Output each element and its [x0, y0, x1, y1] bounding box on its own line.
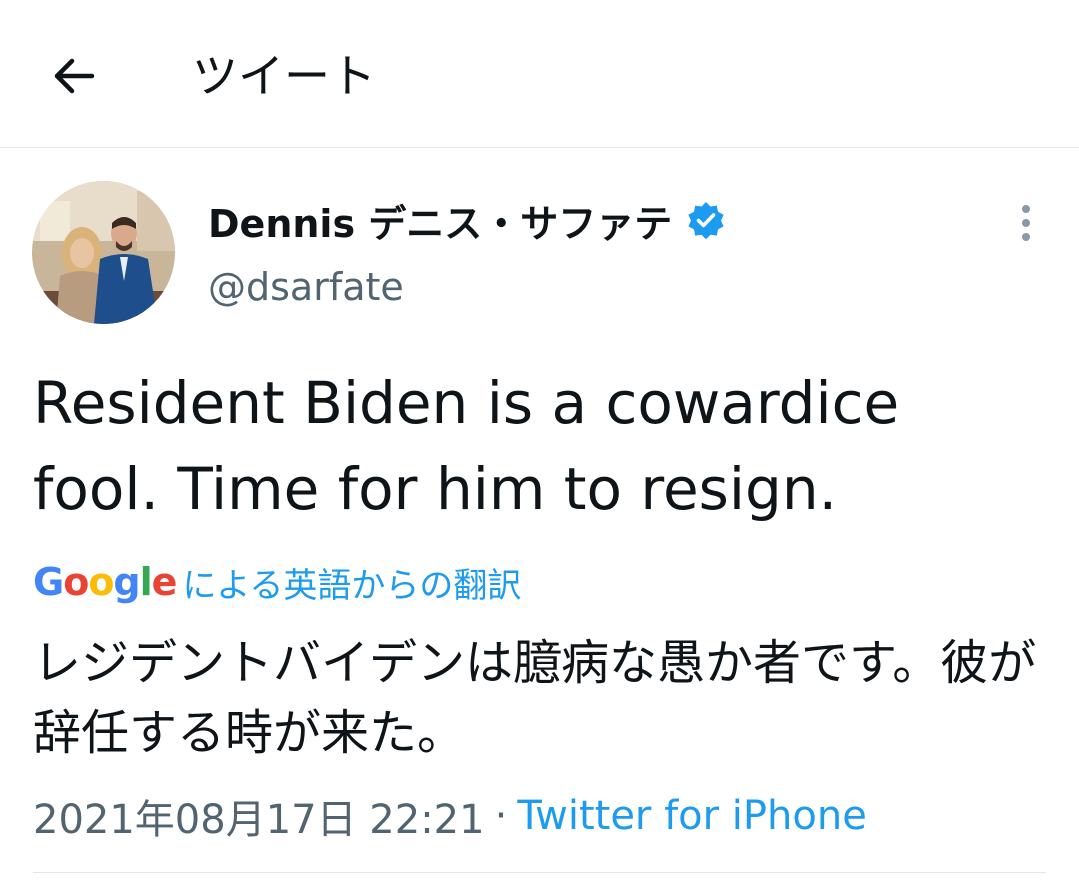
- tweet-text: Resident Biden is a cowardice fool. Time…: [33, 369, 900, 523]
- author-name-text: Dennis デニス・サファテ: [208, 201, 673, 246]
- meta-separator: ·: [494, 793, 508, 839]
- tweet-timestamp[interactable]: 2021年08月17日 22:21: [33, 787, 485, 845]
- avatar-photo: [32, 181, 175, 324]
- page-title: ツイート: [192, 49, 376, 103]
- more-options-button[interactable]: [1006, 200, 1046, 246]
- top-bar: ツイート: [0, 0, 1079, 148]
- divider: [33, 872, 1046, 873]
- translation-attribution[interactable]: Google による英語からの翻訳: [33, 556, 521, 608]
- back-button[interactable]: [40, 42, 108, 110]
- arrow-left-icon: [54, 58, 95, 94]
- google-logo: Google: [33, 560, 177, 604]
- translated-text: レジデントバイデンは臆病な愚か者です。彼が辞任する時が来た。: [33, 635, 1037, 761]
- tweet-source-link[interactable]: Twitter for iPhone: [517, 793, 867, 839]
- avatar[interactable]: [32, 181, 175, 324]
- author-handle[interactable]: @dsarfate: [208, 262, 404, 312]
- translation-label-text: による英語からの翻訳: [182, 565, 522, 606]
- tweet-meta: 2021年08月17日 22:21 · Twitter for iPhone: [33, 787, 867, 845]
- more-vertical-icon: [1022, 205, 1030, 241]
- verified-badge-icon: [688, 202, 724, 240]
- author-name[interactable]: Dennis デニス・サファテ: [208, 192, 726, 248]
